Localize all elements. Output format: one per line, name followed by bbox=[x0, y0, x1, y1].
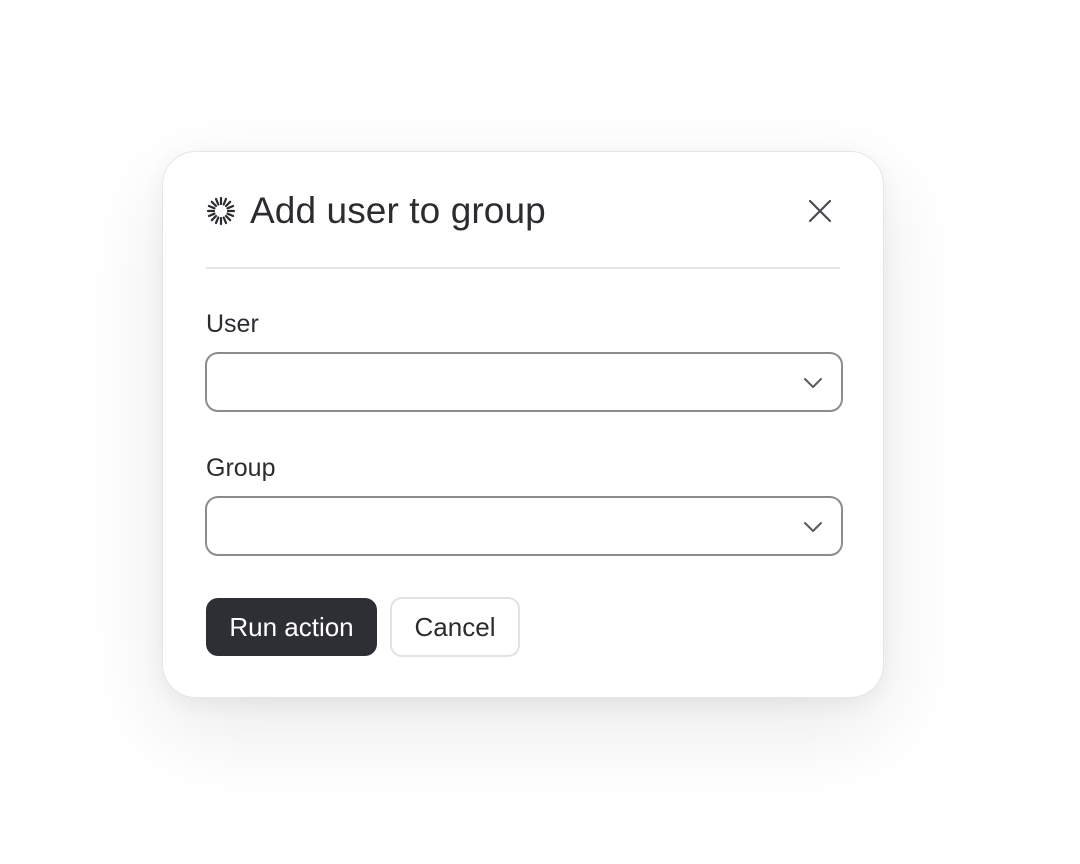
add-user-to-group-dialog: Add user to group User Group Run action … bbox=[162, 151, 884, 698]
dialog-header: Add user to group bbox=[206, 186, 840, 236]
page-backdrop: Add user to group User Group Run action … bbox=[0, 0, 1080, 864]
cancel-button[interactable]: Cancel bbox=[390, 597, 520, 657]
group-select[interactable] bbox=[205, 496, 843, 556]
close-icon[interactable] bbox=[804, 195, 836, 227]
user-select[interactable] bbox=[205, 352, 843, 412]
chevron-down-icon bbox=[803, 376, 823, 390]
run-action-button[interactable]: Run action bbox=[206, 598, 377, 656]
group-field-label: Group bbox=[206, 454, 276, 482]
user-field-label: User bbox=[206, 310, 259, 338]
dialog-title: Add user to group bbox=[250, 190, 546, 231]
spinner-icon bbox=[206, 196, 236, 226]
header-divider bbox=[206, 267, 840, 269]
chevron-down-icon bbox=[803, 520, 823, 534]
